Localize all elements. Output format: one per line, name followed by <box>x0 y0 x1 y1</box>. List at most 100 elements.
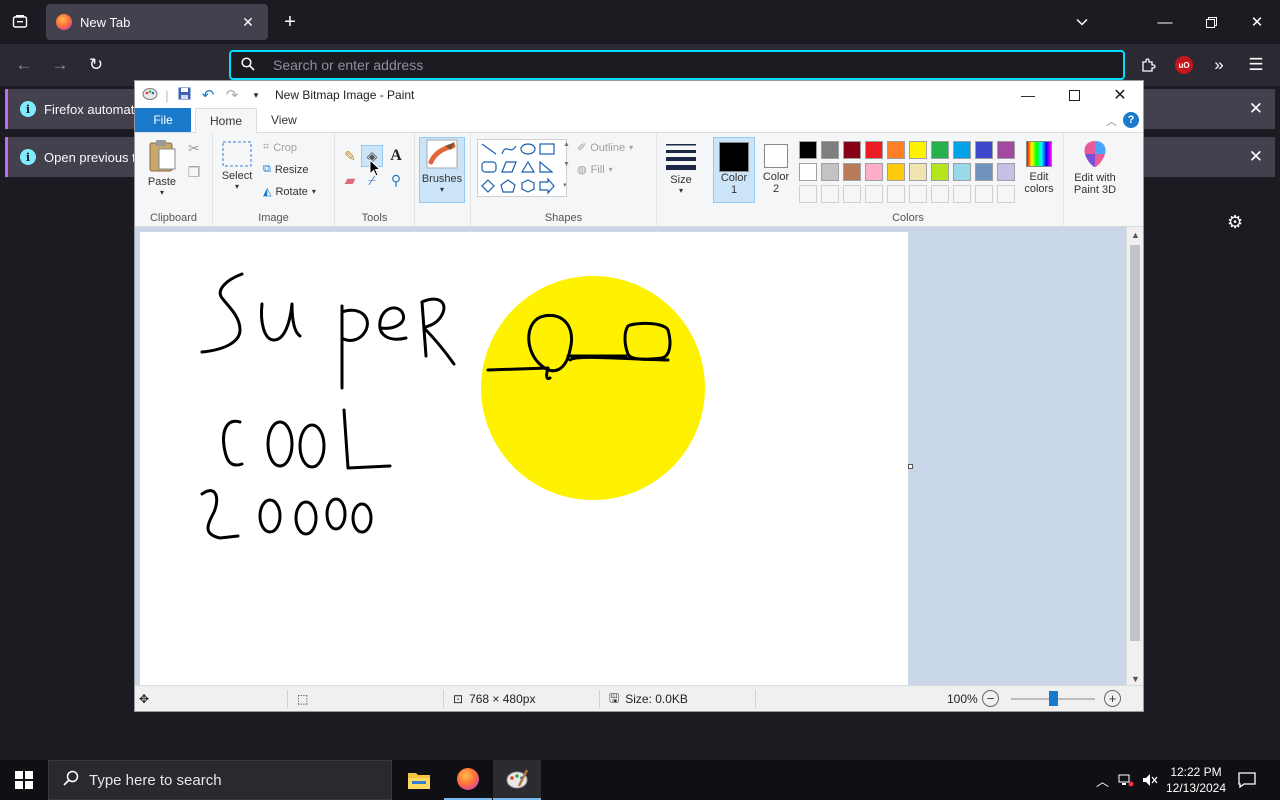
gear-icon[interactable]: ⚙ <box>1227 212 1243 233</box>
copy-icon[interactable]: ❐ <box>183 161 205 183</box>
show-hidden-icons[interactable]: ︿ <box>1096 760 1109 800</box>
color2-button[interactable]: Color 2 <box>757 141 795 195</box>
palette-swatch[interactable] <box>953 163 971 181</box>
zoom-in-button[interactable]: + <box>1104 690 1121 707</box>
custom-color-slot[interactable] <box>931 185 949 203</box>
close-notification-icon[interactable]: ✕ <box>1249 147 1263 167</box>
volume-muted-icon[interactable] <box>1142 760 1158 800</box>
eraser-icon[interactable]: ▰ <box>339 169 361 191</box>
palette-swatch[interactable] <box>799 163 817 181</box>
tab-list-icon[interactable] <box>4 6 36 38</box>
scrollbar-thumb[interactable] <box>1130 245 1140 641</box>
custom-color-slot[interactable] <box>821 185 839 203</box>
palette-swatch[interactable] <box>799 141 817 159</box>
palette-swatch[interactable] <box>997 141 1015 159</box>
palette-swatch[interactable] <box>865 163 883 181</box>
windows-start-button[interactable] <box>0 760 48 800</box>
extensions-icon[interactable] <box>1133 50 1163 80</box>
chevron-down-icon[interactable] <box>1066 6 1098 38</box>
tab-file[interactable]: File <box>135 108 191 132</box>
palette-swatch[interactable] <box>975 163 993 181</box>
size-button[interactable]: Size ▾ <box>661 141 701 195</box>
address-input[interactable] <box>273 57 1123 73</box>
vertical-scrollbar[interactable]: ▲ ▼ <box>1126 227 1143 687</box>
crop-button[interactable]: ⌗ Crop <box>263 141 297 154</box>
shapes-scroll-up-icon[interactable]: ▲ <box>563 141 570 148</box>
browser-tab-new-tab[interactable]: New Tab ✕ <box>46 4 268 40</box>
palette-swatch[interactable] <box>975 141 993 159</box>
palette-swatch[interactable] <box>865 141 883 159</box>
outline-button[interactable]: ✐ Outline ▾ <box>577 141 633 155</box>
size-dropdown-icon[interactable]: ▾ <box>661 186 701 195</box>
undo-icon[interactable]: ↶ <box>199 86 217 104</box>
tab-view[interactable]: View <box>257 108 311 132</box>
custom-color-slot[interactable] <box>997 185 1015 203</box>
brushes-dropdown-icon[interactable]: ▾ <box>420 185 464 194</box>
magnifier-icon[interactable]: ⚲ <box>385 169 407 191</box>
shapes-gallery[interactable] <box>477 139 567 197</box>
forward-arrow-icon[interactable]: → <box>45 50 75 80</box>
custom-color-slot[interactable] <box>799 185 817 203</box>
palette-swatch[interactable] <box>931 163 949 181</box>
firefox-taskbar-button[interactable] <box>444 760 492 800</box>
paint-taskbar-button[interactable] <box>493 760 541 800</box>
ublock-origin-icon[interactable]: uO <box>1169 50 1199 80</box>
close-tab-icon[interactable]: ✕ <box>238 14 258 31</box>
close-notification-icon[interactable]: ✕ <box>1249 99 1263 119</box>
file-explorer-taskbar-button[interactable] <box>395 760 443 800</box>
custom-color-slot[interactable] <box>843 185 861 203</box>
notifications-icon[interactable] <box>1238 760 1256 800</box>
custom-color-slot[interactable] <box>865 185 883 203</box>
address-bar[interactable] <box>229 50 1125 80</box>
select-button[interactable]: Select ▾ <box>219 141 255 191</box>
palette-swatch[interactable] <box>997 163 1015 181</box>
paste-button[interactable]: Paste ▾ <box>143 139 181 197</box>
system-clock[interactable]: 12:22 PM 12/13/2024 <box>1160 764 1232 796</box>
text-tool-icon[interactable]: A <box>385 145 407 167</box>
taskbar-search-box[interactable]: Type here to search <box>48 760 392 800</box>
palette-swatch[interactable] <box>931 141 949 159</box>
edit-colors-button[interactable]: Edit colors <box>1019 141 1059 195</box>
back-arrow-icon[interactable]: ← <box>9 50 39 80</box>
custom-color-slot[interactable] <box>887 185 905 203</box>
edit-with-paint3d-button[interactable]: Edit with Paint 3D <box>1065 139 1125 196</box>
select-dropdown-icon[interactable]: ▾ <box>219 182 255 191</box>
fill-button[interactable]: ◍ Fill ▾ <box>577 163 613 177</box>
custom-color-slot[interactable] <box>909 185 927 203</box>
hamburger-menu-icon[interactable]: ☰ <box>1241 50 1271 80</box>
custom-color-slot[interactable] <box>975 185 993 203</box>
color1-button[interactable]: Color 1 <box>713 137 755 203</box>
shapes-scroll-down-icon[interactable]: ▼ <box>563 161 570 168</box>
palette-swatch[interactable] <box>843 141 861 159</box>
palette-swatch[interactable] <box>887 163 905 181</box>
overflow-menu-icon[interactable]: » <box>1204 50 1234 80</box>
redo-icon[interactable]: ↷ <box>223 86 241 104</box>
paste-dropdown-icon[interactable]: ▾ <box>143 188 181 197</box>
brushes-button[interactable]: Brushes ▾ <box>419 137 465 203</box>
cut-icon[interactable]: ✂ <box>183 137 205 159</box>
tab-home[interactable]: Home <box>195 108 258 133</box>
palette-swatch[interactable] <box>909 163 927 181</box>
resize-button[interactable]: ⧉ Resize <box>263 163 308 176</box>
collapse-ribbon-icon[interactable]: ︿ <box>1106 113 1117 129</box>
rotate-button[interactable]: ◭ Rotate ▾ <box>263 185 316 199</box>
paint-close-button[interactable]: ✕ <box>1097 81 1143 109</box>
customize-qat-icon[interactable]: ▾ <box>247 90 265 101</box>
save-icon[interactable] <box>175 87 193 103</box>
palette-swatch[interactable] <box>953 141 971 159</box>
scroll-up-icon[interactable]: ▲ <box>1127 227 1143 243</box>
palette-swatch[interactable] <box>821 163 839 181</box>
restore-button[interactable] <box>1188 0 1234 44</box>
zoom-slider-thumb[interactable] <box>1048 691 1058 706</box>
close-window-button[interactable]: ✕ <box>1234 0 1280 44</box>
palette-swatch[interactable] <box>821 141 839 159</box>
network-icon[interactable] <box>1118 760 1134 800</box>
palette-swatch[interactable] <box>843 163 861 181</box>
palette-swatch[interactable] <box>909 141 927 159</box>
zoom-out-button[interactable]: − <box>982 690 999 707</box>
new-tab-button[interactable]: + <box>274 6 306 38</box>
custom-color-slot[interactable] <box>953 185 971 203</box>
minimize-button[interactable]: — <box>1142 0 1188 44</box>
palette-swatch[interactable] <box>887 141 905 159</box>
drawing-canvas[interactable] <box>140 232 908 687</box>
